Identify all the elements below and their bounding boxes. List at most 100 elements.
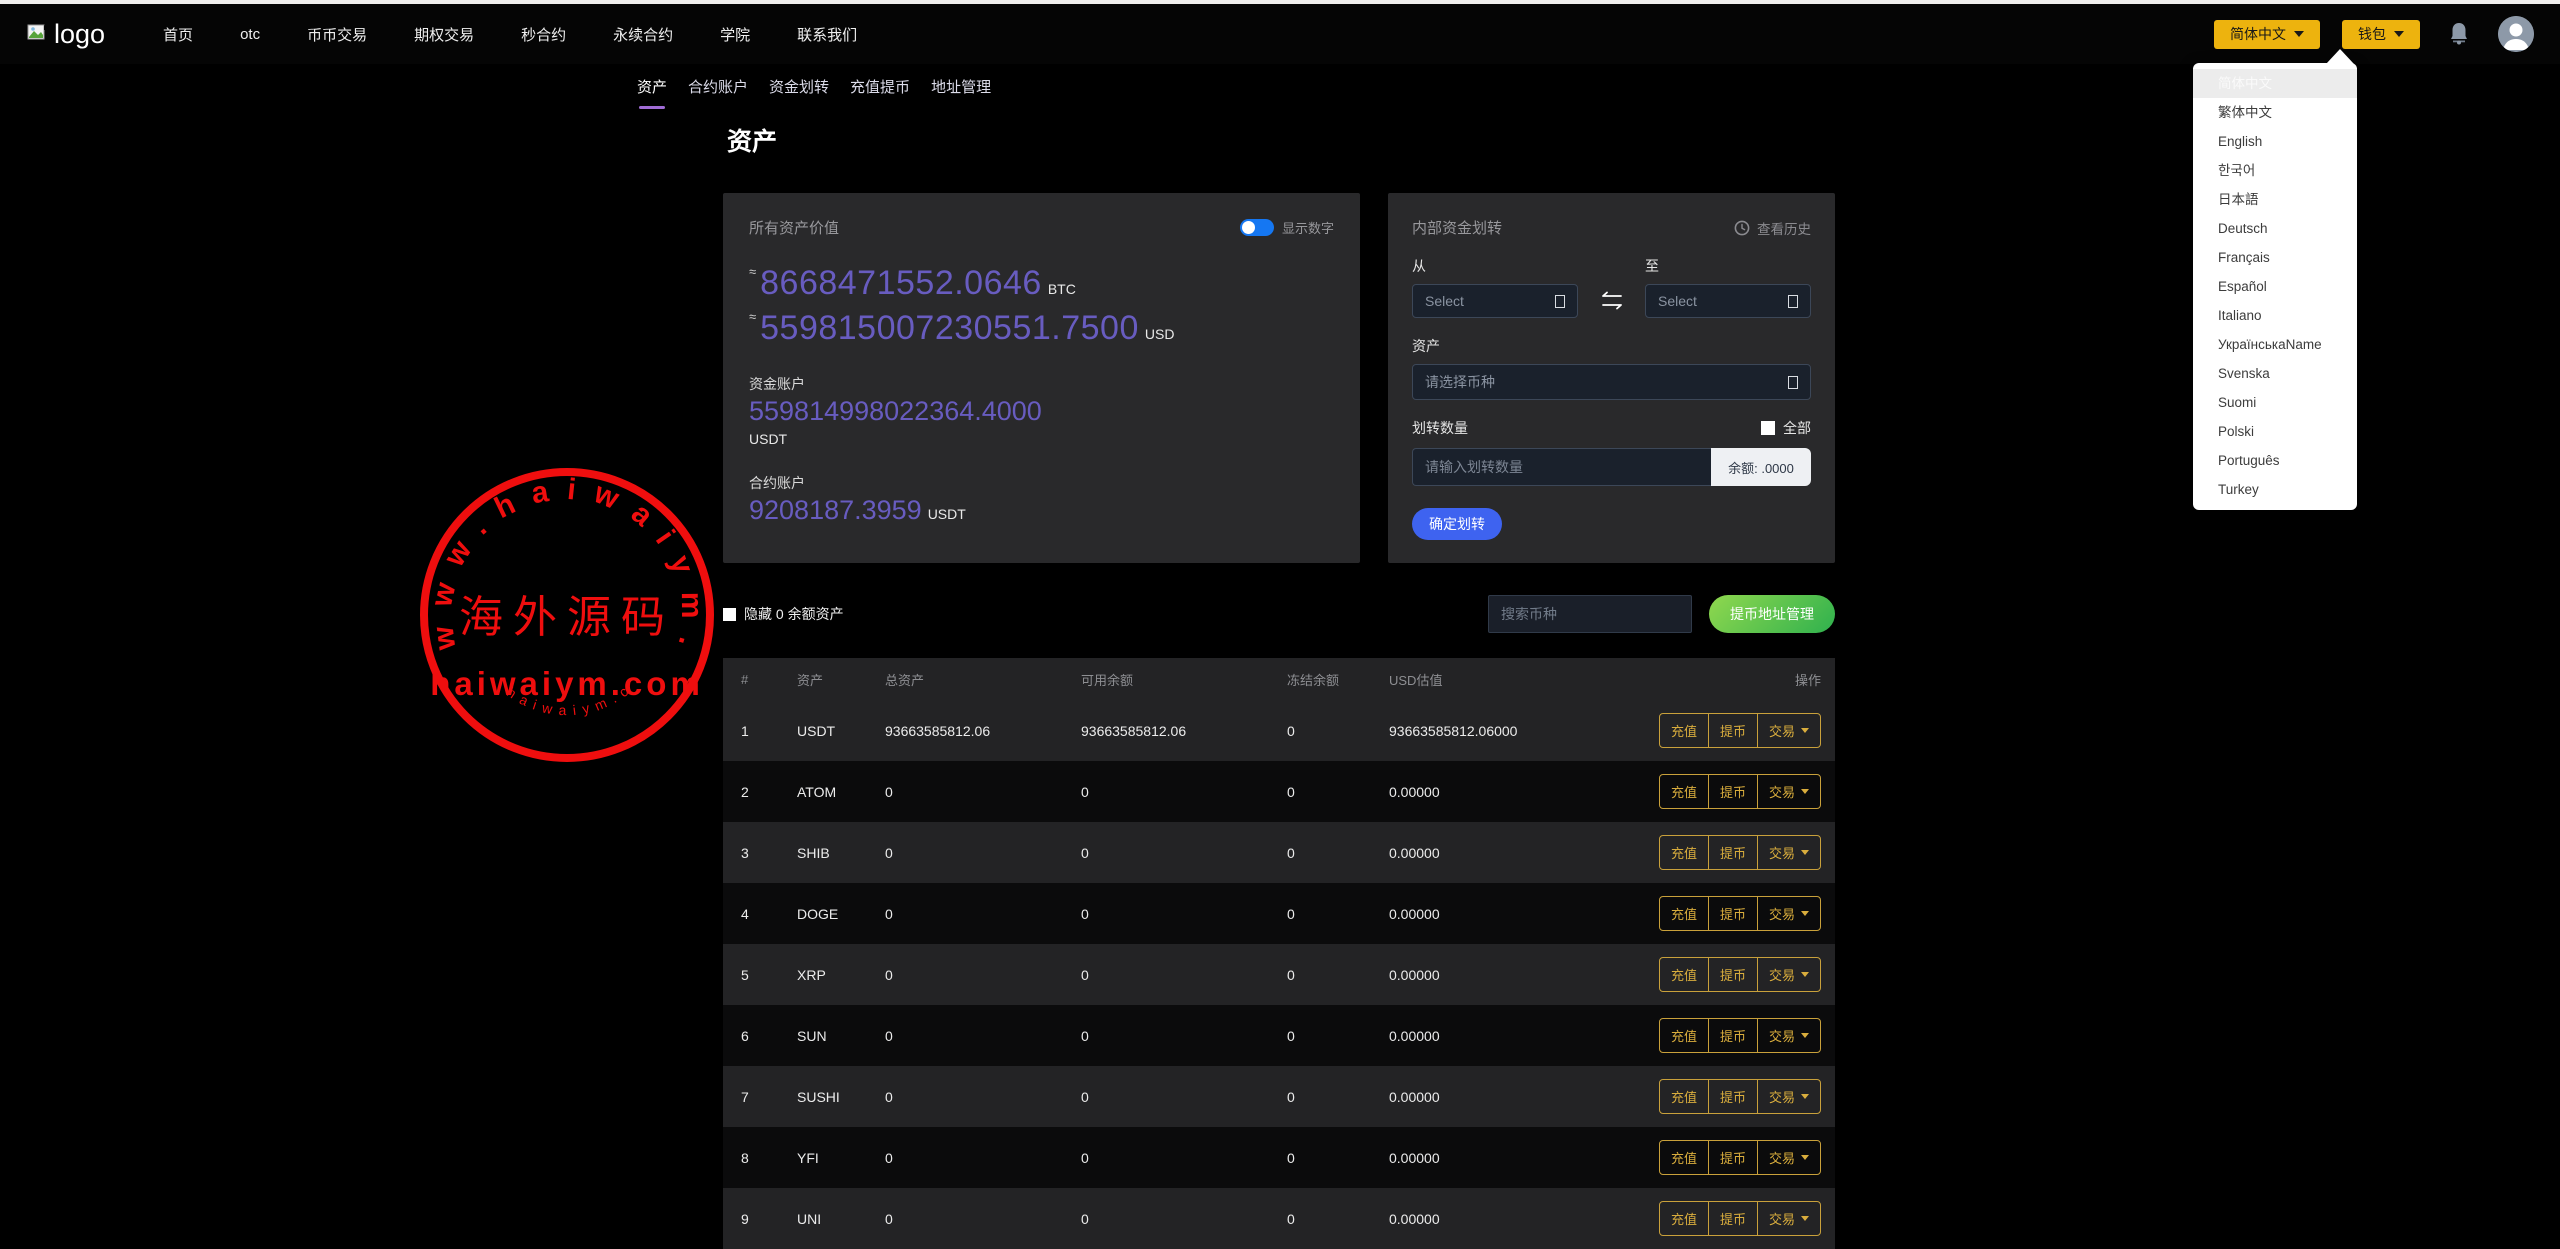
withdraw-button[interactable]: 提币 (1708, 1141, 1757, 1174)
subnav-tab[interactable]: 资产 (637, 76, 667, 109)
language-option[interactable]: Turkey (2193, 475, 2357, 504)
cell-index: 5 (741, 967, 797, 983)
funding-account-unit: USDT (749, 431, 1334, 447)
language-button[interactable]: 简体中文 (2214, 20, 2320, 49)
user-avatar[interactable] (2498, 16, 2534, 52)
to-select[interactable]: Select (1645, 284, 1811, 318)
withdraw-address-button[interactable]: 提币地址管理 (1709, 595, 1835, 633)
trade-dropdown-button[interactable]: 交易 (1757, 1080, 1820, 1113)
withdraw-button[interactable]: 提币 (1708, 1080, 1757, 1113)
trade-dropdown-button[interactable]: 交易 (1757, 897, 1820, 930)
trade-button-label: 交易 (1769, 904, 1795, 923)
language-option[interactable]: Português (2193, 446, 2357, 475)
table-filter-row: 隐藏 0 余额资产 提币地址管理 (723, 594, 1835, 634)
cell-total: 0 (885, 845, 1081, 861)
deposit-button[interactable]: 充值 (1660, 836, 1708, 869)
withdraw-button[interactable]: 提币 (1708, 714, 1757, 747)
hide-zero-checkbox[interactable] (723, 608, 736, 621)
nav-menu-item[interactable]: 币币交易 (307, 24, 367, 45)
total-usd-value: 559815007230551.7500 (760, 309, 1139, 347)
language-option[interactable]: Español (2193, 272, 2357, 301)
asset-overview-panel: 所有资产价值 显示数字 ≈8668471552.0646BTC ≈5598150… (723, 193, 1360, 563)
nav-menu-item[interactable]: otc (240, 26, 260, 43)
language-option[interactable]: УкраїнськаName (2193, 330, 2357, 359)
deposit-button[interactable]: 充值 (1660, 897, 1708, 930)
language-option[interactable]: 繁体中文 (2193, 98, 2357, 127)
amount-input[interactable] (1412, 448, 1711, 486)
cell-usd: 0.00000 (1389, 1028, 1631, 1044)
chevron-down-icon (1801, 1155, 1809, 1160)
cell-actions: 充值 提币 交易 (1631, 835, 1821, 870)
site-logo[interactable]: logo (26, 19, 105, 50)
trade-dropdown-button[interactable]: 交易 (1757, 775, 1820, 808)
internal-transfer-panel: 内部资金划转 查看历史 从 至 Select Select 资产 请选择币种 (1388, 193, 1835, 563)
cell-frozen: 0 (1287, 906, 1389, 922)
row-action-group: 充值 提币 交易 (1659, 713, 1821, 748)
confirm-transfer-button[interactable]: 确定划转 (1412, 508, 1502, 540)
withdraw-button[interactable]: 提币 (1708, 1019, 1757, 1052)
asset-select[interactable]: 请选择币种 (1412, 364, 1811, 400)
subnav-tab[interactable]: 地址管理 (931, 76, 991, 109)
view-history-link[interactable]: 查看历史 (1734, 218, 1811, 238)
language-option[interactable]: Suomi (2193, 388, 2357, 417)
trade-dropdown-button[interactable]: 交易 (1757, 1019, 1820, 1052)
trade-dropdown-button[interactable]: 交易 (1757, 714, 1820, 747)
bell-icon[interactable] (2448, 21, 2470, 47)
nav-menu-item[interactable]: 学院 (720, 24, 750, 45)
deposit-button[interactable]: 充值 (1660, 714, 1708, 747)
deposit-button[interactable]: 充值 (1660, 1080, 1708, 1113)
language-option[interactable]: 日本語 (2193, 185, 2357, 214)
subnav-tab[interactable]: 资金划转 (769, 76, 829, 109)
withdraw-button[interactable]: 提币 (1708, 836, 1757, 869)
nav-menu-item[interactable]: 联系我们 (797, 24, 857, 45)
nav-menu-item[interactable]: 秒合约 (521, 24, 566, 45)
withdraw-button[interactable]: 提币 (1708, 958, 1757, 991)
trade-dropdown-button[interactable]: 交易 (1757, 1202, 1820, 1235)
table-header-row: # 资产 总资产 可用余额 冻结余额 USD估值 操作 (723, 658, 1835, 700)
deposit-button[interactable]: 充值 (1660, 958, 1708, 991)
cell-total: 0 (885, 1028, 1081, 1044)
transfer-title: 内部资金划转 (1412, 217, 1502, 238)
subnav-tab[interactable]: 充值提币 (850, 76, 910, 109)
deposit-button[interactable]: 充值 (1660, 775, 1708, 808)
wallet-button[interactable]: 钱包 (2342, 20, 2420, 49)
deposit-button[interactable]: 充值 (1660, 1141, 1708, 1174)
language-option[interactable]: English (2193, 127, 2357, 156)
funding-account-label: 资金账户 (749, 374, 1334, 394)
language-option[interactable]: 简体中文 (2193, 69, 2357, 98)
hide-zero-label: 隐藏 0 余额资产 (744, 604, 844, 624)
cell-frozen: 0 (1287, 1150, 1389, 1166)
language-option[interactable]: 한국어 (2193, 156, 2357, 185)
language-option[interactable]: Deutsch (2193, 214, 2357, 243)
subnav-tab[interactable]: 合约账户 (688, 76, 748, 109)
contract-account-value: 9208187.3959 (749, 495, 922, 525)
search-coin-input[interactable] (1488, 595, 1692, 633)
cell-available: 93663585812.06 (1081, 723, 1287, 739)
dropdown-caret-icon (2326, 49, 2354, 64)
col-usd: USD估值 (1389, 670, 1631, 689)
approx-sign: ≈ (749, 264, 756, 279)
language-option[interactable]: Italiano (2193, 301, 2357, 330)
withdraw-button[interactable]: 提币 (1708, 897, 1757, 930)
row-action-group: 充值 提币 交易 (1659, 1018, 1821, 1053)
trade-dropdown-button[interactable]: 交易 (1757, 958, 1820, 991)
deposit-button[interactable]: 充值 (1660, 1202, 1708, 1235)
withdraw-button[interactable]: 提币 (1708, 775, 1757, 808)
nav-menu-item[interactable]: 期权交易 (414, 24, 474, 45)
transfer-all-checkbox[interactable] (1761, 421, 1775, 435)
deposit-button[interactable]: 充值 (1660, 1019, 1708, 1052)
trade-dropdown-button[interactable]: 交易 (1757, 1141, 1820, 1174)
swap-arrows-icon[interactable] (1597, 290, 1627, 312)
from-select[interactable]: Select (1412, 284, 1578, 318)
chevron-down-icon (1801, 850, 1809, 855)
language-option[interactable]: Français (2193, 243, 2357, 272)
language-option[interactable]: Svenska (2193, 359, 2357, 388)
nav-menu-item[interactable]: 首页 (163, 24, 193, 45)
trade-dropdown-button[interactable]: 交易 (1757, 836, 1820, 869)
nav-menu-item[interactable]: 永续合约 (613, 24, 673, 45)
show-numbers-toggle[interactable] (1240, 219, 1274, 236)
approx-sign: ≈ (749, 309, 756, 324)
language-option[interactable]: Polski (2193, 417, 2357, 446)
withdraw-button[interactable]: 提币 (1708, 1202, 1757, 1235)
asset-select-placeholder: 请选择币种 (1425, 372, 1495, 392)
